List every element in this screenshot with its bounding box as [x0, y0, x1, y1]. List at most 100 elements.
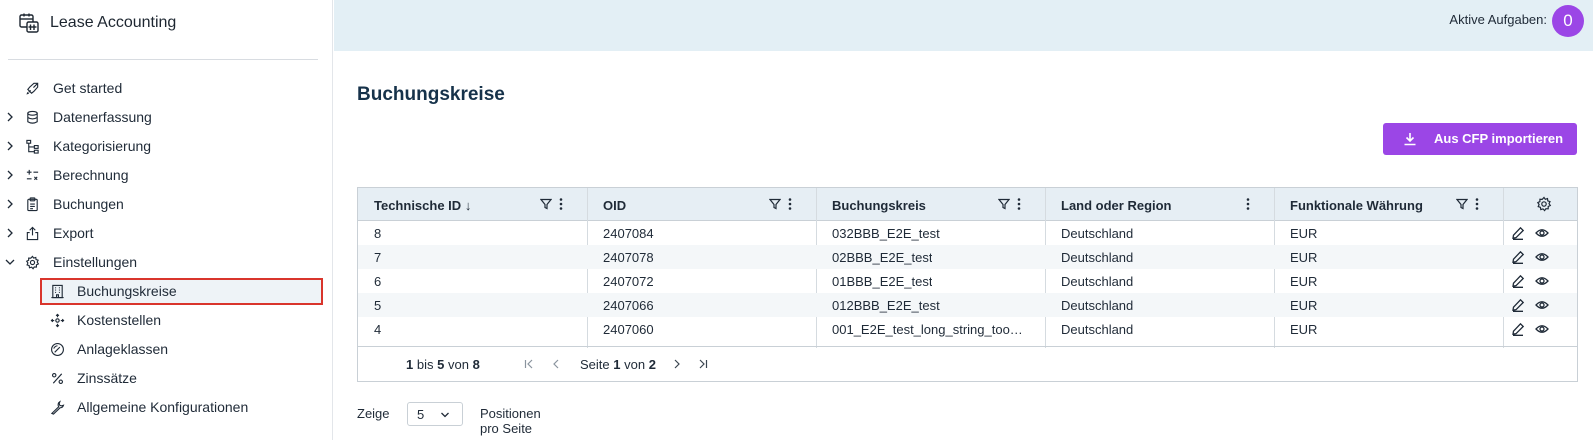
- column-menu-icon[interactable]: [788, 197, 792, 211]
- grid-header: Technische ID ↓ OID Buchungskreis Land o…: [358, 188, 1577, 221]
- app-header[interactable]: Lease Accounting: [18, 10, 176, 36]
- sidebar-subitem-buchungskreise[interactable]: Buchungskreise: [0, 277, 333, 306]
- edit-pencil-icon[interactable]: [1511, 322, 1525, 336]
- topbar: Aktive Aufgaben: 0: [334, 0, 1593, 51]
- previous-page-icon[interactable]: [550, 358, 562, 370]
- column-menu-icon[interactable]: [1475, 197, 1479, 211]
- page-von-label: von: [624, 357, 646, 372]
- sidebar-item-label: Buchungen: [53, 196, 124, 212]
- sidebar-item-einstellungen[interactable]: Einstellungen: [0, 248, 333, 277]
- table-cell: EUR: [1290, 298, 1318, 313]
- column-header-technische-id[interactable]: Technische ID ↓: [358, 188, 587, 221]
- column-header-label: Land oder Region: [1061, 198, 1172, 213]
- import-from-cfp-button[interactable]: Aus CFP importieren: [1383, 123, 1577, 155]
- sidebar-subitem-zinssaetze[interactable]: Zinssätze: [0, 364, 333, 393]
- calculator-icon: [26, 169, 39, 181]
- range-to: 5: [437, 357, 445, 372]
- column-header-buchungskreis[interactable]: Buchungskreis: [816, 188, 1045, 221]
- sidebar-subitem-label: Zinssätze: [77, 370, 137, 386]
- table-cell: 7: [374, 250, 382, 265]
- column-header-label: Technische ID ↓: [374, 198, 471, 213]
- sidebar-item-berechnung[interactable]: Berechnung: [0, 161, 333, 190]
- sidebar-item-label: Datenerfassung: [53, 109, 152, 125]
- pagination-bar: 1 bis 5 von 8 Seite 1 von 2: [358, 346, 1577, 382]
- view-eye-icon[interactable]: [1535, 226, 1549, 240]
- table-cell: 2407078: [603, 250, 654, 265]
- page-title: Buchungskreise: [357, 84, 505, 105]
- wrench-icon: [50, 400, 65, 415]
- table-cell: 01BBB_E2E_test: [832, 274, 933, 289]
- clipboard-icon: [27, 197, 38, 212]
- edit-pencil-icon[interactable]: [1511, 226, 1525, 240]
- hierarchy-icon: [26, 139, 39, 154]
- table-row[interactable]: 5 2407066 012BBB_E2E_test Deutschland EUR: [358, 293, 1577, 317]
- view-eye-icon[interactable]: [1535, 298, 1549, 312]
- sidebar-subitem-kostenstellen[interactable]: Kostenstellen: [0, 306, 333, 335]
- view-eye-icon[interactable]: [1535, 322, 1549, 336]
- table-cell: 6: [374, 274, 382, 289]
- sidebar-item-kategorisierung[interactable]: Kategorisierung: [0, 132, 333, 161]
- sidebar-item-label: Kategorisierung: [53, 138, 152, 154]
- table-cell: Deutschland: [1061, 298, 1134, 313]
- filter-icon[interactable]: [769, 198, 781, 210]
- view-eye-icon[interactable]: [1535, 274, 1549, 288]
- export-icon: [26, 226, 39, 241]
- table-cell: Deutschland: [1061, 250, 1134, 265]
- table-cell: 2407084: [603, 226, 654, 241]
- table-row[interactable]: 4 2407060 001_E2E_test_long_string_too… Deu…: [358, 317, 1577, 341]
- building-icon: [51, 284, 64, 299]
- sidebar-subitem-anlageklassen[interactable]: Anlageklassen: [0, 335, 333, 364]
- sidebar-item-get-started[interactable]: Get started: [0, 74, 333, 103]
- edit-pencil-icon[interactable]: [1511, 250, 1525, 264]
- database-icon: [27, 110, 38, 124]
- table-cell: 2407072: [603, 274, 654, 289]
- sidebar-item-buchungen[interactable]: Buchungen: [0, 190, 333, 219]
- column-menu-icon[interactable]: [1017, 197, 1021, 211]
- import-button-label: Aus CFP importieren: [1434, 131, 1564, 146]
- filter-icon[interactable]: [1456, 198, 1468, 210]
- column-header-label: Funktionale Währung: [1290, 198, 1423, 213]
- column-menu-icon[interactable]: [1246, 197, 1250, 211]
- sidebar-subitem-label: Kostenstellen: [77, 312, 162, 328]
- column-header-oid[interactable]: OID: [587, 188, 816, 221]
- page-size-select[interactable]: 5: [407, 402, 463, 426]
- chevron-down-icon: [5, 259, 15, 265]
- active-tasks-badge[interactable]: 0: [1552, 5, 1584, 37]
- sort-descending-icon: ↓: [464, 198, 472, 213]
- gear-icon: [25, 255, 40, 270]
- column-header-land-oder-region[interactable]: Land oder Region: [1045, 188, 1274, 221]
- grid-settings-gear-icon[interactable]: [1536, 196, 1552, 212]
- table-cell: EUR: [1290, 274, 1318, 289]
- table-row[interactable]: 6 2407072 01BBB_E2E_test Deutschland EUR: [358, 269, 1577, 293]
- sidebar-item-export[interactable]: Export: [0, 219, 333, 248]
- sidebar-subitem-label: Anlageklassen: [77, 341, 169, 357]
- next-page-icon[interactable]: [671, 358, 683, 370]
- table-cell: 4: [374, 322, 382, 337]
- table-cell: 2407066: [603, 298, 654, 313]
- column-menu-icon[interactable]: [559, 197, 563, 211]
- table-row[interactable]: 8 2407084 032BBB_E2E_test Deutschland EUR: [358, 221, 1577, 245]
- sidebar-subitem-allgemeine-konfigurationen[interactable]: Allgemeine Konfigurationen: [0, 393, 333, 422]
- last-page-icon[interactable]: [697, 358, 709, 370]
- range-von-label: von: [447, 357, 469, 372]
- column-header-text: Technische ID: [374, 198, 462, 213]
- range-bis-label: bis: [416, 357, 434, 372]
- filter-icon[interactable]: [998, 198, 1010, 210]
- page-size-value: 5: [417, 407, 425, 422]
- view-eye-icon[interactable]: [1535, 250, 1549, 264]
- positions-per-page-label: Positionen pro Seite: [480, 406, 541, 436]
- table-cell: 012BBB_E2E_test: [832, 298, 940, 313]
- table-cell: 02BBB_E2E_test: [832, 250, 933, 265]
- edit-pencil-icon[interactable]: [1511, 274, 1525, 288]
- column-header-funktionale-waehrung[interactable]: Funktionale Währung: [1274, 188, 1503, 221]
- sidebar-item-datenerfassung[interactable]: Datenerfassung: [0, 103, 333, 132]
- sidebar-item-label: Get started: [53, 80, 123, 96]
- table-row[interactable]: 7 2407078 02BBB_E2E_test Deutschland EUR: [358, 245, 1577, 269]
- edit-pencil-icon[interactable]: [1511, 298, 1525, 312]
- column-header-label: Buchungskreis: [832, 198, 926, 213]
- total-pages: 2: [648, 357, 656, 372]
- table-cell: Deutschland: [1061, 274, 1134, 289]
- first-page-icon[interactable]: [523, 358, 535, 370]
- pagination-range: 1 bis 5 von 8: [406, 357, 480, 372]
- filter-icon[interactable]: [540, 198, 552, 210]
